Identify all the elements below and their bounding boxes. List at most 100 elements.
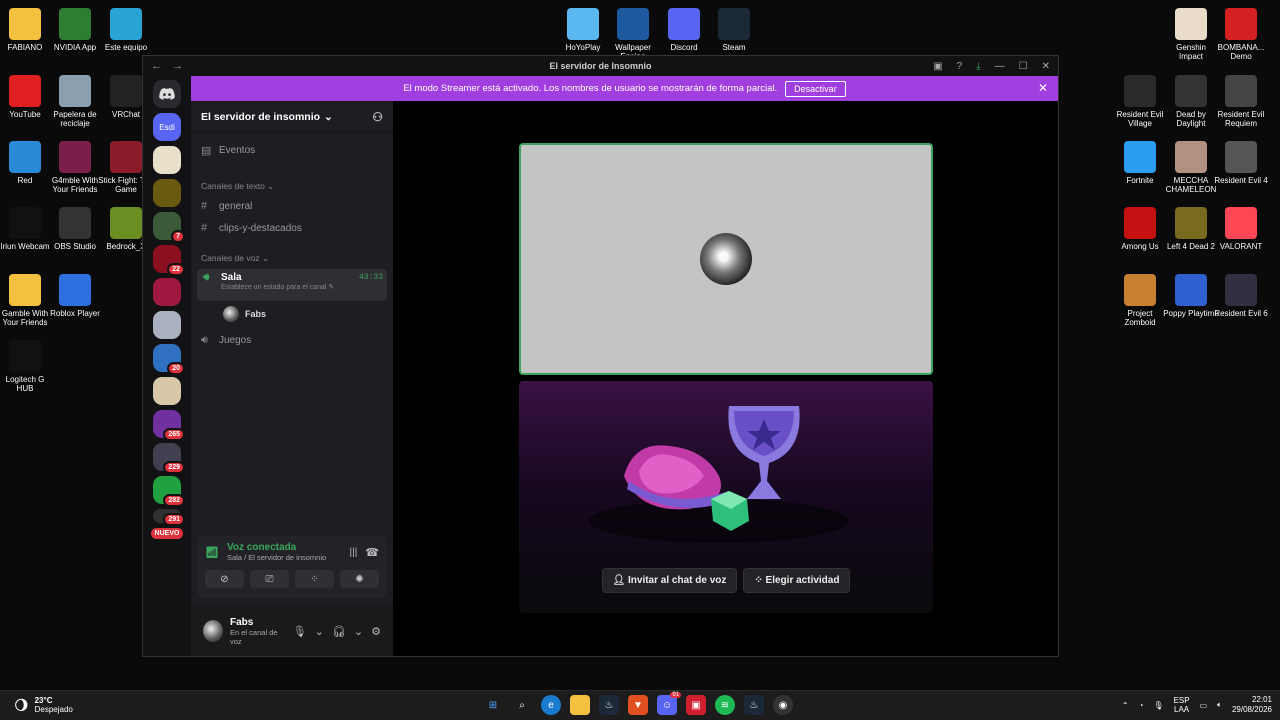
desktop-shortcut[interactable]: Left 4 Dead 2 xyxy=(1163,207,1219,251)
chevron-up-icon[interactable]: ⌃ xyxy=(1122,701,1129,710)
voice-member[interactable]: Fabs xyxy=(191,303,393,325)
server-icon[interactable] xyxy=(153,179,181,207)
desktop-shortcut[interactable]: Steam xyxy=(706,8,762,52)
desktop-shortcut[interactable]: YouTube xyxy=(0,75,53,119)
server-icon[interactable]: 265 xyxy=(153,410,185,441)
choose-activity-button[interactable]: ⁘ Elegir actividad xyxy=(743,568,851,593)
soundboard-button[interactable]: ✺ xyxy=(340,570,379,588)
channel-general[interactable]: # general xyxy=(191,195,393,217)
server-icon[interactable]: 20 xyxy=(153,344,185,375)
desktop-shortcut[interactable]: Poppy Playtime xyxy=(1163,274,1219,318)
screen-share-button[interactable]: ⎚ xyxy=(250,570,289,588)
weather-widget[interactable]: 🌖︎ 23°C Despejado xyxy=(14,696,73,714)
server-icon[interactable]: 282 xyxy=(153,476,185,507)
desktop-shortcut[interactable]: Resident Evil Village xyxy=(1112,75,1168,128)
desktop-shortcut[interactable]: Resident Evil 6 xyxy=(1213,274,1269,318)
desktop-shortcut[interactable]: Discord xyxy=(656,8,712,52)
obs-icon[interactable]: ◉ xyxy=(773,695,793,715)
desktop-shortcut[interactable]: FABIANO xyxy=(0,8,53,52)
signal-icon[interactable]: 📶︎ xyxy=(205,546,219,559)
search-icon[interactable]: ⌕ xyxy=(512,695,532,715)
edge-icon[interactable]: e xyxy=(541,695,561,715)
banner-close-icon[interactable]: ✕ xyxy=(1038,81,1048,95)
invite-voice-button[interactable]: 👤︎ Invitar al chat de voz xyxy=(601,568,738,593)
server-icon[interactable] xyxy=(153,377,181,405)
desktop-shortcut[interactable]: Dead by Daylight xyxy=(1163,75,1219,128)
chevron-down-icon[interactable]: ⌄ xyxy=(354,625,363,638)
server-icon[interactable]: 291 xyxy=(153,509,185,526)
events-item[interactable]: ▤ Eventos xyxy=(191,139,393,161)
tray-app-icon[interactable]: ◔ xyxy=(1139,701,1144,710)
steam-icon[interactable]: ♨ xyxy=(599,695,619,715)
minimize-button[interactable]: — xyxy=(995,61,1005,72)
pencil-icon[interactable]: ✎ xyxy=(328,284,334,291)
voice-category[interactable]: Canales de voz ⌄ xyxy=(191,249,393,267)
activities-button[interactable]: ⁘ xyxy=(295,570,334,588)
forward-arrow-icon[interactable]: → xyxy=(172,60,183,72)
desktop-shortcut[interactable]: Roblox Player xyxy=(47,274,103,318)
headphones-icon[interactable]: 🎧︎ xyxy=(332,625,346,638)
desktop-shortcut[interactable]: Fortnite xyxy=(1112,141,1168,185)
server-icon[interactable] xyxy=(153,311,181,339)
server-icon[interactable]: 229 xyxy=(153,443,185,474)
desktop-shortcut[interactable]: VALORANT xyxy=(1213,207,1269,251)
server-icon[interactable]: 7 xyxy=(153,212,185,243)
server-icon[interactable] xyxy=(153,146,181,174)
add-member-icon[interactable]: ⚇ xyxy=(372,110,383,124)
close-window-button[interactable]: ✕ xyxy=(1042,61,1050,72)
back-arrow-icon[interactable]: ← xyxy=(151,60,162,72)
desktop-shortcut[interactable]: Logitech G HUB xyxy=(0,340,53,393)
server-icon[interactable] xyxy=(153,278,181,306)
discord-icon[interactable]: ☺ 91 xyxy=(657,692,681,715)
desktop-shortcut[interactable]: Red xyxy=(0,141,53,185)
server-active[interactable]: Esdi xyxy=(153,113,181,141)
spotify-icon[interactable]: ≋ xyxy=(715,695,735,715)
text-category[interactable]: Canales de texto ⌄ xyxy=(191,177,393,195)
participant-tile[interactable] xyxy=(519,143,933,375)
steam-icon[interactable]: ♨ xyxy=(744,695,764,715)
desktop-shortcut[interactable]: OBS Studio xyxy=(47,207,103,251)
inbox-icon[interactable]: ▣ xyxy=(933,61,942,72)
deactivate-button[interactable]: Desactivar xyxy=(785,80,846,97)
desktop-shortcut[interactable]: NVIDIA App xyxy=(47,8,103,52)
discord-home-icon[interactable] xyxy=(153,80,181,108)
display-icon[interactable]: ▭ xyxy=(1200,701,1208,710)
channel-clips[interactable]: # clips-y-destacados xyxy=(191,217,393,239)
microphone-icon[interactable]: 🎙︎ xyxy=(293,625,307,638)
disconnect-icon[interactable]: ☎ xyxy=(365,546,379,559)
channel-status-hint[interactable]: Establece un estado para el canal xyxy=(221,284,326,291)
voice-channel-sala[interactable]: 🔊︎ Sala 43:33 Establece un estado para e… xyxy=(197,269,387,301)
server-icon[interactable]: 22 xyxy=(153,245,185,276)
desktop-shortcut[interactable]: BOMBANA... Demo xyxy=(1213,8,1269,61)
desktop-shortcut[interactable]: G4mble With Your Friends xyxy=(47,141,103,194)
desktop-shortcut[interactable]: MECCHA CHAMELEON xyxy=(1163,141,1219,194)
camera-off-button[interactable]: ⊘ xyxy=(205,570,244,588)
file-explorer-icon[interactable] xyxy=(570,695,590,715)
volume-icon[interactable]: 🔈︎ xyxy=(1217,700,1222,710)
desktop-shortcut[interactable]: Iriun Webcam xyxy=(0,207,53,251)
app-icon[interactable]: ▣ xyxy=(686,695,706,715)
noise-suppression-icon[interactable]: ||| xyxy=(350,547,358,558)
desktop-shortcut[interactable]: Project Zomboid xyxy=(1112,274,1168,327)
desktop-shortcut[interactable]: Resident Evil Requiem xyxy=(1213,75,1269,128)
desktop-shortcut[interactable]: Resident Evil 4 xyxy=(1213,141,1269,185)
desktop-shortcut[interactable]: HoYoPlay xyxy=(555,8,611,52)
start-icon[interactable]: ⊞ xyxy=(483,695,503,715)
avatar[interactable] xyxy=(203,620,223,642)
desktop-shortcut[interactable]: Gamble With Your Friends xyxy=(0,274,53,327)
gear-icon[interactable]: ⚙ xyxy=(371,625,381,638)
desktop-shortcut[interactable]: Genshin Impact xyxy=(1163,8,1219,61)
desktop-shortcut[interactable]: Among Us xyxy=(1112,207,1168,251)
voice-location[interactable]: Sala / El servidor de insomnio xyxy=(227,553,326,562)
brave-icon[interactable]: ▼ xyxy=(628,695,648,715)
voice-channel-juegos[interactable]: 🔊︎ Juegos xyxy=(191,329,393,351)
clock[interactable]: 22:01 29/08/2026 xyxy=(1232,695,1272,716)
desktop-shortcut[interactable]: Wallpaper Engine xyxy=(605,8,661,61)
help-icon[interactable]: ? xyxy=(957,61,963,72)
language-indicator[interactable]: ESP LAA xyxy=(1174,696,1190,715)
desktop-shortcut[interactable]: Papelera de reciclaje xyxy=(47,75,103,128)
download-icon[interactable]: ⤓ xyxy=(976,61,980,72)
chevron-down-icon[interactable]: ⌄ xyxy=(315,625,324,638)
maximize-button[interactable]: ☐ xyxy=(1019,61,1028,72)
desktop-shortcut[interactable]: Este equipo xyxy=(98,8,154,52)
